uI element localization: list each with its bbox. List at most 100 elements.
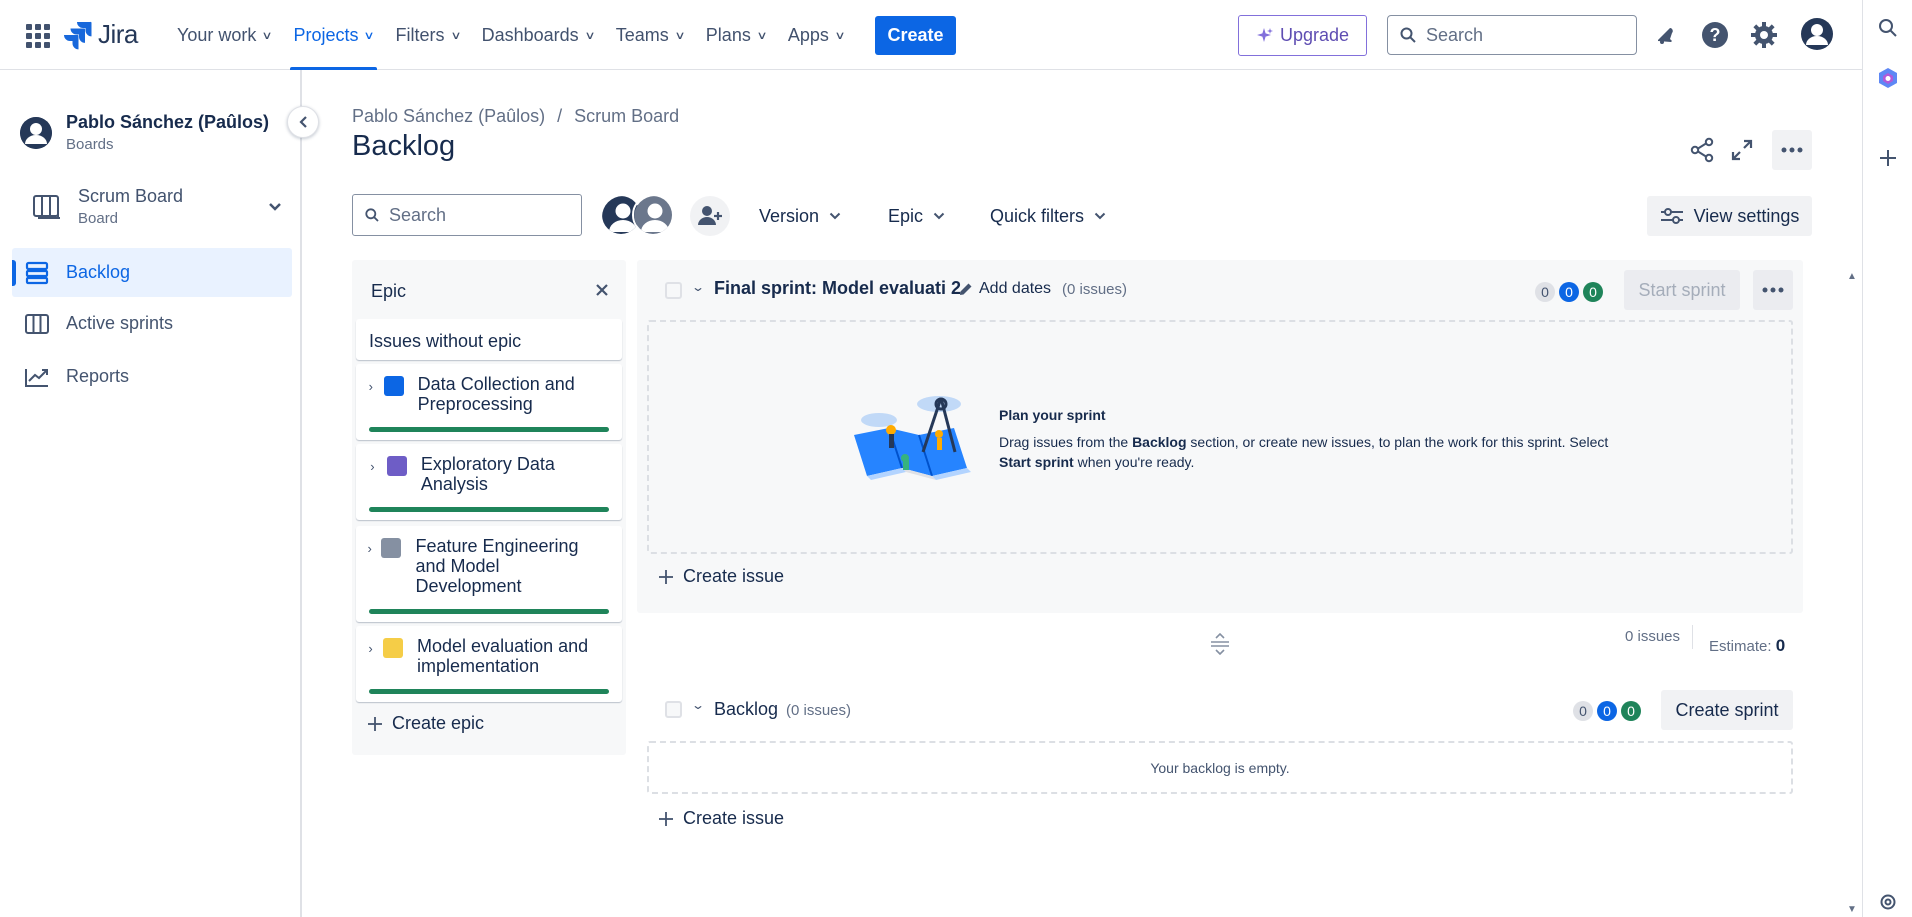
collapse-sidebar-button[interactable] bbox=[287, 106, 319, 138]
add-people-button[interactable] bbox=[690, 196, 730, 236]
sprint-issue-count: (0 issues) bbox=[1062, 281, 1128, 298]
board-selector[interactable]: Scrum Board Board bbox=[32, 186, 282, 227]
global-search-input[interactable]: Search bbox=[1387, 15, 1637, 55]
top-menu-filters[interactable]: Filters ∨ bbox=[385, 0, 471, 70]
notifications-icon[interactable] bbox=[1649, 19, 1681, 51]
avatar[interactable] bbox=[632, 194, 674, 236]
issues-without-epic[interactable]: Issues without epic bbox=[356, 319, 622, 360]
sprint-empty-dropzone[interactable]: Plan your sprint Drag issues from the Ba… bbox=[647, 320, 1793, 554]
epic-card[interactable]: › Data Collection and Preprocessing bbox=[356, 364, 622, 440]
breadcrumb-project[interactable]: Pablo Sánchez (Paûlos) bbox=[352, 106, 545, 127]
top-menu-label: Your work bbox=[177, 24, 257, 45]
breadcrumb-separator: / bbox=[557, 106, 563, 126]
create-sprint-button[interactable]: Create sprint bbox=[1661, 690, 1793, 730]
epic-panel: Epic Issues without epic › Data Collectio… bbox=[352, 260, 626, 755]
project-header[interactable]: Pablo Sánchez (Paûlos) Boards bbox=[20, 112, 269, 153]
epic-card[interactable]: › Feature Engineering and Model Developme… bbox=[356, 526, 622, 622]
in-progress-count-badge: 0 bbox=[1559, 282, 1579, 302]
plan-sprint-illustration bbox=[854, 396, 971, 480]
sprint-select-checkbox[interactable] bbox=[665, 282, 682, 299]
profile-icon[interactable] bbox=[1800, 17, 1834, 51]
chevron-right-icon[interactable]: › bbox=[366, 641, 375, 656]
close-epic-panel-button[interactable] bbox=[592, 280, 612, 300]
upgrade-label: Upgrade bbox=[1279, 25, 1350, 45]
top-menu-your-work[interactable]: Your work ∨ bbox=[166, 0, 282, 70]
add-icon[interactable] bbox=[1876, 146, 1900, 170]
top-menu-dashboards[interactable]: Dashboards ∨ bbox=[471, 0, 605, 70]
create-epic-button[interactable]: Create epic bbox=[368, 713, 484, 734]
help-icon[interactable]: ? bbox=[1699, 19, 1731, 51]
epic-progress-bar bbox=[369, 507, 609, 512]
epic-card[interactable]: › Model evaluation and implementation bbox=[356, 626, 622, 702]
epic-color-swatch bbox=[383, 638, 404, 658]
view-settings-button[interactable]: View settings bbox=[1647, 196, 1812, 236]
add-dates-button[interactable]: Add dates bbox=[959, 280, 1051, 298]
chevron-right-icon[interactable]: › bbox=[366, 379, 376, 394]
top-menu-apps[interactable]: Apps ∨ bbox=[777, 0, 855, 70]
sidebar-item-reports[interactable]: Reports bbox=[12, 352, 292, 401]
sprint-create-issue-button[interactable]: Create issue bbox=[659, 566, 784, 587]
upgrade-button[interactable]: Upgrade bbox=[1238, 15, 1367, 56]
epic-filter-dropdown[interactable]: Epic bbox=[888, 196, 945, 236]
backlog-empty-dropzone[interactable]: Your backlog is empty. bbox=[647, 741, 1793, 794]
close-icon bbox=[596, 284, 608, 296]
top-menu-label: Projects bbox=[293, 24, 359, 45]
plus-icon bbox=[659, 569, 673, 584]
backlog-search-input[interactable]: Search bbox=[352, 194, 582, 236]
start-sprint-button[interactable]: Start sprint bbox=[1624, 270, 1740, 310]
chevron-right-icon[interactable]: › bbox=[366, 459, 379, 474]
jira-logo[interactable]: Jira bbox=[64, 19, 138, 50]
app-switcher-icon[interactable] bbox=[26, 24, 50, 48]
fullscreen-button[interactable] bbox=[1722, 130, 1762, 170]
more-actions-button[interactable] bbox=[1772, 130, 1812, 170]
scroll-up-arrow[interactable]: ▲ bbox=[1846, 270, 1858, 282]
top-menu-label: Plans bbox=[705, 24, 751, 45]
chevron-down-icon: ∨ bbox=[834, 29, 846, 42]
epic-color-swatch bbox=[383, 376, 404, 396]
scroll-down-arrow[interactable]: ▼ bbox=[1846, 903, 1858, 915]
sprint-more-button[interactable] bbox=[1753, 270, 1793, 310]
epic-progress-bar bbox=[369, 689, 609, 694]
sparkle-icon bbox=[1256, 27, 1273, 42]
create-button[interactable]: Create bbox=[875, 16, 956, 55]
chevron-down-icon: ∨ bbox=[584, 29, 596, 42]
backlog-create-issue-button[interactable]: Create issue bbox=[659, 808, 784, 829]
search-icon[interactable] bbox=[1876, 16, 1900, 40]
settings-icon[interactable] bbox=[1748, 19, 1780, 51]
sidebar-item-backlog[interactable]: Backlog bbox=[12, 248, 292, 297]
sidebar-item-label: Active sprints bbox=[66, 313, 174, 333]
project-name: Pablo Sánchez (Paûlos) bbox=[66, 112, 270, 132]
epic-name: Exploratory Data Analysis bbox=[420, 454, 555, 494]
global-search-placeholder: Search bbox=[1426, 24, 1484, 45]
gear-icon[interactable] bbox=[1876, 890, 1900, 914]
plan-sprint-title: Plan your sprint bbox=[999, 407, 1106, 423]
sprint-header: ⌄ Final sprint: Model evaluati 2 Add dat… bbox=[637, 260, 1803, 320]
epic-color-swatch bbox=[381, 538, 402, 558]
copilot-icon[interactable] bbox=[1876, 66, 1900, 90]
more-icon bbox=[1762, 287, 1784, 293]
search-icon bbox=[365, 208, 379, 222]
share-button[interactable] bbox=[1682, 130, 1722, 170]
epic-card[interactable]: › Exploratory Data Analysis bbox=[356, 444, 622, 520]
add-dates-label: Add dates bbox=[979, 280, 1052, 297]
sprint-name[interactable]: Final sprint: Model evaluati 2 bbox=[714, 278, 961, 299]
top-menu-projects[interactable]: Projects ∨ bbox=[282, 0, 384, 70]
create-issue-label: Create issue bbox=[683, 566, 785, 586]
top-menu-teams[interactable]: Teams ∨ bbox=[605, 0, 695, 70]
sidebar-item-active-sprints[interactable]: Active sprints bbox=[12, 299, 292, 348]
backlog-select-checkbox[interactable] bbox=[665, 701, 682, 718]
chevron-down-icon[interactable]: ⌄ bbox=[691, 698, 705, 712]
chevron-down-icon[interactable]: ⌄ bbox=[691, 280, 705, 294]
top-menu-plans[interactable]: Plans ∨ bbox=[695, 0, 777, 70]
view-settings-label: View settings bbox=[1693, 205, 1800, 226]
top-menu-label: Dashboards bbox=[481, 24, 579, 45]
breadcrumb: Pablo Sánchez (Paûlos) / Scrum Board bbox=[352, 106, 679, 127]
backlog-title[interactable]: Backlog bbox=[714, 699, 778, 720]
breadcrumb-board[interactable]: Scrum Board bbox=[574, 106, 679, 127]
chevron-right-icon[interactable]: › bbox=[366, 541, 373, 556]
sliders-icon bbox=[1660, 208, 1683, 224]
version-filter-dropdown[interactable]: Version bbox=[759, 196, 841, 236]
quick-filters-dropdown[interactable]: Quick filters bbox=[990, 196, 1106, 236]
resize-splitter[interactable] bbox=[1207, 632, 1233, 656]
board-name: Scrum Board bbox=[78, 186, 184, 206]
